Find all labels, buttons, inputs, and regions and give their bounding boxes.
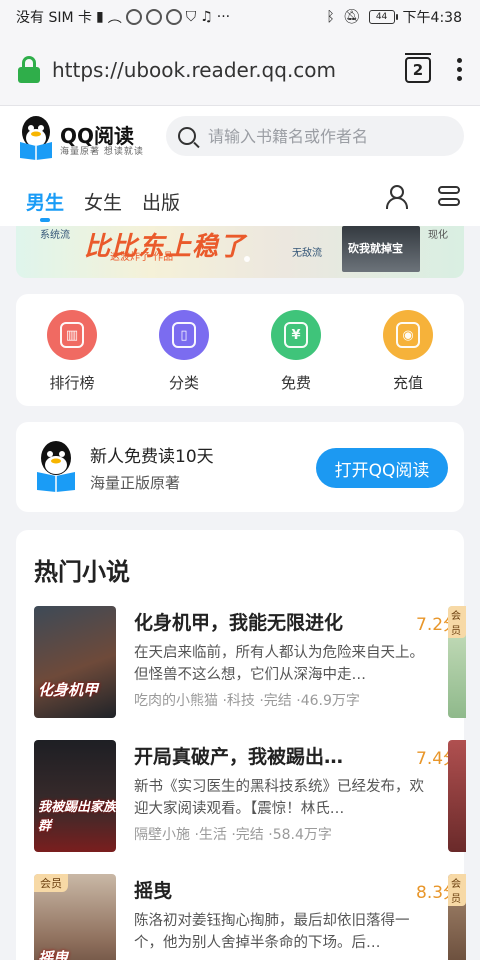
tab-publish[interactable]: 出版 (142, 188, 180, 215)
wifi-icon: ︵ (107, 10, 122, 26)
sim-alert-icon: ▮ (96, 9, 104, 25)
carousel-indicator (244, 256, 250, 262)
book-item[interactable]: 我被踢出家族群 开局真破产，我被踢出… 7.4分 新书《实习医生的黑科技系统》已… (34, 740, 464, 852)
category-button[interactable]: ▯ 分类 (144, 310, 224, 406)
search-icon (178, 127, 196, 145)
banner-tag: 现化 (428, 230, 448, 241)
rank-label: 排行榜 (49, 374, 95, 392)
book-title: 摇曳 (134, 880, 173, 902)
free-button[interactable]: ¥ 免费 (256, 310, 336, 406)
promo-subtitle: 海量正版原著 (90, 474, 181, 492)
status-bar: 没有 SIM 卡 ▮ ︵ ⛉ ♫ ··· ᛒ 🔕︎ 44 下午4:38 (0, 0, 480, 34)
section-title: 热门小说 (34, 558, 130, 586)
lock-icon[interactable] (18, 55, 40, 84)
app-header: QQ阅读 海量原著 想读就读 男生 女生 出版 (0, 106, 480, 226)
channel-tabs: 男生 女生 出版 (0, 176, 480, 226)
url-field[interactable]: https://ubook.reader.qq.com (52, 58, 336, 82)
battery-icon: 44 (368, 10, 398, 24)
qq-reader-logo-icon[interactable] (16, 114, 56, 160)
banner-book-cover: 砍我就掉宝 (342, 226, 420, 272)
cover-title: 我被踢出家族群 (38, 800, 116, 834)
promo-banner[interactable]: 系统流 比比东上稳了 这波炸了 作品 无敌流 砍我就掉宝 现化 (16, 226, 464, 278)
more-menu-icon[interactable] (457, 58, 462, 81)
book-item[interactable]: 化身机甲 化身机甲，我能无限进化 7.2分 在天启来临前，所有人都认为危险来自天… (34, 606, 464, 718)
book-title: 开局真破产，我被踢出… (134, 746, 344, 768)
vip-badge: 会员 (34, 874, 68, 892)
app-notification-icon (145, 9, 162, 25)
category-label: 分类 (168, 374, 199, 392)
app-notification-icon (165, 9, 182, 25)
bookshelf-icon[interactable] (438, 186, 460, 208)
search-input[interactable] (208, 126, 448, 146)
rank-button[interactable]: ▥ 排行榜 (32, 310, 112, 406)
carrier-text: 没有 SIM 卡 (16, 10, 92, 26)
banner-tag: 无敌流 (292, 248, 322, 259)
recharge-icon: ◉ (383, 310, 433, 360)
book-description: 陈洛初对姜钰掏心掏肺，最后却依旧落得一个，他为别人舍掉半条命的下场。后… (134, 913, 410, 951)
banner-book-text: 砍我就掉宝 (348, 242, 403, 255)
recharge-button[interactable]: ◉ 充值 (368, 310, 448, 406)
book-item[interactable]: 会员 摇曳 摇曳 8.3分 陈洛初对姜钰掏心掏肺，最后却依旧落得一个，他为别人舍… (34, 874, 464, 960)
promo-title: 新人免费读10天 (90, 447, 214, 467)
clock: 下午4:38 (402, 10, 462, 26)
search-box[interactable] (166, 116, 464, 156)
free-label: 免费 (280, 374, 311, 392)
vip-badge: 会员 (448, 874, 466, 906)
app-notification-icon (125, 9, 142, 25)
tab-count: 2 (412, 60, 424, 79)
next-book-peek[interactable]: 会员 (448, 874, 466, 960)
bluetooth-icon: ᛒ (326, 9, 335, 25)
tab-male[interactable]: 男生 (26, 188, 64, 222)
music-icon: ♫ (200, 9, 213, 25)
tab-switcher-button[interactable]: 2 (405, 52, 431, 83)
newuser-promo-card: 新人免费读10天 海量正版原著 打开QQ阅读 (16, 422, 464, 512)
tab-female[interactable]: 女生 (84, 188, 122, 215)
browser-toolbar: https://ubook.reader.qq.com 2 (0, 34, 480, 106)
book-meta: 吃肉的小熊猫 ·科技 ·完结 ·46.9万字 (134, 693, 360, 709)
cover-title: 化身机甲 (38, 681, 99, 699)
mute-icon: 🔕︎ (342, 9, 361, 25)
banner-subtitle: 这波炸了 作品 (110, 252, 174, 263)
open-app-button[interactable]: 打开QQ阅读 (316, 448, 448, 488)
book-description: 在天启来临前，所有人都认为危险来自天上。但怪兽不这么想，它们从深海中走… (134, 645, 424, 683)
battery-level: 44 (375, 12, 388, 22)
book-cover: 会员 摇曳 (34, 874, 116, 960)
next-book-peek[interactable] (448, 740, 466, 852)
category-icon: ▯ (159, 310, 209, 360)
book-meta: 隔壁小施 ·生活 ·完结 ·58.4万字 (134, 827, 332, 843)
book-title: 化身机甲，我能无限进化 (134, 612, 344, 634)
user-icon[interactable] (386, 185, 408, 209)
book-cover: 化身机甲 (34, 606, 116, 718)
more-notifications-icon: ··· (216, 9, 231, 25)
qq-mascot-icon (37, 441, 75, 492)
shield-icon: ⛉ (185, 9, 197, 25)
brand-slogan: 海量原著 想读就读 (60, 147, 144, 157)
vip-badge: 会员 (448, 606, 466, 638)
banner-tag: 系统流 (40, 230, 70, 241)
recharge-label: 充值 (392, 374, 423, 392)
next-book-peek[interactable]: 会员 (448, 606, 466, 718)
rank-icon: ▥ (47, 310, 97, 360)
cover-title: 摇曳 (38, 949, 69, 960)
quick-menu: ▥ 排行榜 ▯ 分类 ¥ 免费 ◉ 充值 (16, 294, 464, 406)
book-description: 新书《实习医生的黑科技系统》已经发布，欢迎大家阅读观看。【震惊！林氏… (134, 779, 424, 817)
hot-novels-section: 热门小说 化身机甲 化身机甲，我能无限进化 7.2分 在天启来临前，所有人都认为… (16, 530, 466, 960)
free-icon: ¥ (271, 310, 321, 360)
book-cover: 我被踢出家族群 (34, 740, 116, 852)
